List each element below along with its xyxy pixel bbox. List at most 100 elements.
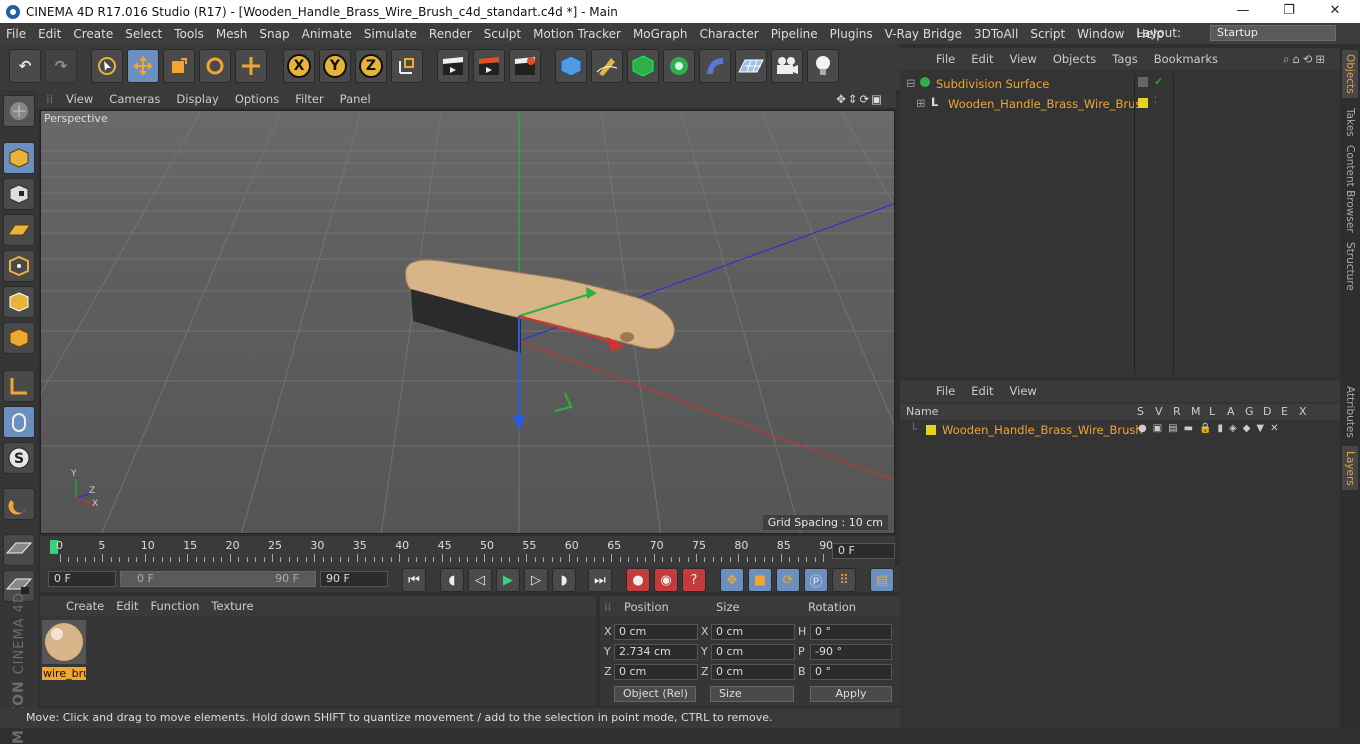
key-scale-button[interactable]: ■ [748, 568, 772, 592]
add-floor-button[interactable] [735, 49, 767, 83]
go-to-start-button[interactable]: ⏮ [402, 568, 426, 592]
layer-color-icon[interactable] [926, 425, 936, 435]
redo-button[interactable]: ↷ [45, 49, 77, 83]
record-keys-button[interactable]: ● [626, 568, 650, 592]
add-mograph-button[interactable] [663, 49, 695, 83]
material-menu-function[interactable]: Function [145, 599, 206, 613]
viewport-menu-display[interactable]: Display [168, 92, 226, 106]
menu-animate[interactable]: Animate [296, 27, 358, 41]
object-row-subdivision[interactable]: ⊟ Subdivision Surface ✓ [900, 74, 1340, 94]
expand-icon[interactable]: ⊞ [916, 96, 926, 110]
menu-select[interactable]: Select [119, 27, 168, 41]
previous-frame-button[interactable]: ◁ [468, 568, 492, 592]
rotate-tool-button[interactable] [199, 49, 231, 83]
end-frame-field[interactable]: 90 F [320, 571, 388, 587]
layers-menu-view[interactable]: View [1002, 384, 1045, 398]
objects-menu-objects[interactable]: Objects [1045, 52, 1104, 66]
tweak-mode-button[interactable] [3, 406, 35, 438]
texture-mode-button[interactable] [3, 178, 35, 210]
viewport-menu-filter[interactable]: Filter [287, 92, 331, 106]
menu-snap[interactable]: Snap [253, 27, 295, 41]
grid-snap-button[interactable] [3, 534, 35, 566]
position-y-field[interactable]: 2.734 cm [614, 644, 698, 660]
keyframe-selection-button[interactable]: ? [682, 568, 706, 592]
frame-range-slider[interactable]: 0 F 90 F [120, 571, 316, 587]
menu-edit[interactable]: Edit [32, 27, 67, 41]
add-cube-button[interactable] [555, 49, 587, 83]
viewport-menu-cameras[interactable]: Cameras [101, 92, 168, 106]
add-spline-button[interactable] [591, 49, 623, 83]
scale-tool-button[interactable] [163, 49, 195, 83]
model-mode-button[interactable] [3, 142, 35, 174]
key-rotation-button[interactable]: ⟳ [776, 568, 800, 592]
make-editable-button[interactable] [3, 95, 35, 127]
solo-button[interactable]: S [3, 442, 35, 474]
tab-layers[interactable]: Layers [1342, 446, 1358, 490]
axis-mode-button[interactable] [3, 370, 35, 402]
menu-simulate[interactable]: Simulate [358, 27, 423, 41]
play-button[interactable]: ▶ [496, 568, 520, 592]
viewport-menu-panel[interactable]: Panel [332, 92, 379, 106]
render-picture-viewer-button[interactable] [473, 49, 505, 83]
objects-menu-bookmarks[interactable]: Bookmarks [1146, 52, 1226, 66]
next-key-button[interactable]: ◗ [552, 568, 576, 592]
z-axis-lock-button[interactable]: Z [355, 49, 387, 83]
start-frame-field[interactable]: 0 F [48, 571, 116, 587]
tab-content-browser[interactable]: Content Browser [1342, 144, 1358, 234]
objects-menu-tags[interactable]: Tags [1104, 52, 1145, 66]
apply-button[interactable]: Apply [810, 686, 892, 702]
objects-menu-file[interactable]: File [928, 52, 963, 66]
render-settings-button[interactable] [509, 49, 541, 83]
menu-tools[interactable]: Tools [168, 27, 210, 41]
menu-window[interactable]: Window [1071, 27, 1130, 41]
menu-mesh[interactable]: Mesh [210, 27, 254, 41]
layer-toggle-icons[interactable]: ●▣▤▬🔒▮◈◆▼✕ [1138, 423, 1284, 434]
previous-key-button[interactable]: ◖ [440, 568, 464, 592]
add-light-button[interactable] [807, 49, 839, 83]
layers-menu-edit[interactable]: Edit [963, 384, 1001, 398]
rotation-p-field[interactable]: -90 ° [810, 644, 892, 660]
menu-script[interactable]: Script [1024, 27, 1071, 41]
key-parameter-button[interactable]: Ⓟ [804, 568, 828, 592]
menu-render[interactable]: Render [423, 27, 478, 41]
rotation-b-field[interactable]: 0 ° [810, 664, 892, 680]
go-to-end-button[interactable]: ⏭ [588, 568, 612, 592]
y-axis-lock-button[interactable]: Y [319, 49, 351, 83]
tab-attributes[interactable]: Attributes [1342, 382, 1358, 442]
maximize-button[interactable]: ❐ [1266, 0, 1312, 23]
menu-character[interactable]: Character [693, 27, 764, 41]
menu-mograph[interactable]: MoGraph [627, 27, 694, 41]
menu-create[interactable]: Create [67, 27, 119, 41]
objects-menu-view[interactable]: View [1002, 52, 1045, 66]
size-z-field[interactable]: 0 cm [711, 664, 795, 680]
auto-keying-button[interactable]: ◉ [654, 568, 678, 592]
add-camera-button[interactable] [771, 49, 803, 83]
add-generator-button[interactable] [627, 49, 659, 83]
live-selection-button[interactable] [91, 49, 123, 83]
workplane-mode-button[interactable] [3, 214, 35, 246]
add-deformer-button[interactable] [699, 49, 731, 83]
viewport-navigation-icons[interactable]: ✥⇕⟳▣ [828, 92, 892, 106]
next-frame-button[interactable]: ▷ [524, 568, 548, 592]
menu-3dtoall[interactable]: 3DToAll [968, 27, 1024, 41]
layout-select[interactable]: Startup [1210, 25, 1336, 41]
material-menu-create[interactable]: Create [60, 599, 110, 613]
perspective-viewport[interactable]: Perspective Y Z X Grid Spacing : 10 cm [40, 110, 895, 534]
menu-file[interactable]: File [0, 27, 32, 41]
rotation-h-field[interactable]: 0 ° [810, 624, 892, 640]
position-z-field[interactable]: 0 cm [614, 664, 698, 680]
layers-menu-file[interactable]: File [928, 384, 963, 398]
material-item[interactable]: wire_bru [42, 620, 86, 680]
timeline-ruler[interactable]: 0 5 10 15 20 25 30 35 40 45 50 55 60 65 70 75 80 85 90 0 F [40, 536, 895, 566]
snap-button[interactable] [3, 488, 35, 520]
key-position-button[interactable]: ✥ [720, 568, 744, 592]
tab-structure[interactable]: Structure [1342, 238, 1358, 294]
layer-row[interactable]: └ Wooden_Handle_Brass_Wire_Brush ●▣▤▬🔒▮◈… [900, 422, 1340, 438]
menu-sculpt[interactable]: Sculpt [478, 27, 527, 41]
visibility-dots-icon[interactable]: ⁚ [1154, 96, 1157, 106]
points-mode-button[interactable] [3, 250, 35, 282]
material-menu-edit[interactable]: Edit [110, 599, 144, 613]
viewport-menu-view[interactable]: View [58, 92, 101, 106]
objects-menu-edit[interactable]: Edit [963, 52, 1001, 66]
viewport-menu-options[interactable]: Options [227, 92, 287, 106]
